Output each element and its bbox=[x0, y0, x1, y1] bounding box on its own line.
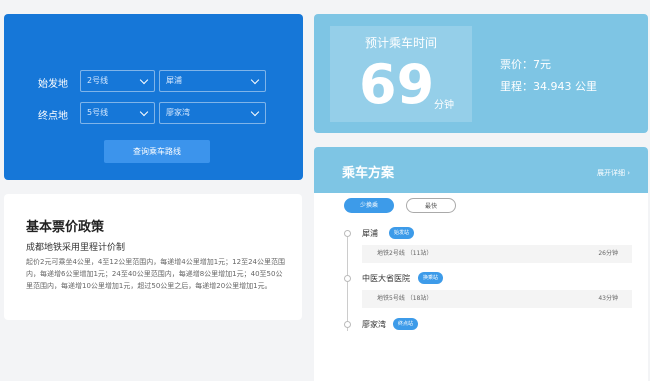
query-route-button[interactable]: 查询乘车路线 bbox=[104, 140, 210, 163]
time-label: 预计乘车时间 bbox=[364, 36, 437, 50]
route-query-panel: 始发地 2号线 犀浦 终点地 5号线 廖家湾 查询乘车路线 bbox=[4, 14, 303, 180]
estimated-time-panel: 预计乘车时间 69 分钟 票价：7元 里程：34.943 公里 bbox=[314, 14, 648, 133]
chevron-down-icon bbox=[139, 75, 149, 85]
distance-text: 里程：34.943 公里 bbox=[500, 80, 597, 93]
chevron-down-icon bbox=[250, 107, 260, 117]
policy-subtitle: 成都地铁采用里程计价制 bbox=[26, 243, 126, 253]
destination-label: 终点地 bbox=[38, 111, 68, 122]
segment-time: 43分钟 bbox=[598, 295, 618, 302]
origin-line-select[interactable]: 2号线 bbox=[80, 70, 155, 92]
stop-dot bbox=[344, 230, 351, 237]
route-segment: 地铁2号线 （11站） 26分钟 bbox=[362, 245, 632, 263]
route-plan-panel: 乘车方案 展开详细 › 少换乘 最快 犀浦 始发站 地铁2号线 （11站） 26… bbox=[314, 147, 648, 381]
expand-details-link[interactable]: 展开详细 › bbox=[597, 168, 630, 178]
origin-row: 始发地 2号线 犀浦 bbox=[4, 70, 303, 94]
destination-row: 终点地 5号线 廖家湾 bbox=[4, 102, 303, 126]
tab-fastest[interactable]: 最快 bbox=[406, 198, 456, 213]
destination-station-value: 廖家湾 bbox=[166, 108, 190, 117]
policy-text: 起价2元可乘坐4公里，4至12公里范围内，每递增4公里增加1元；12至24公里范… bbox=[26, 258, 285, 290]
origin-label: 始发地 bbox=[38, 79, 68, 90]
route-line bbox=[347, 235, 348, 331]
tab-fewest-transfers[interactable]: 少换乘 bbox=[344, 198, 394, 213]
plan-header: 乘车方案 展开详细 › bbox=[314, 147, 648, 193]
stop-name: 廖家湾 bbox=[362, 320, 386, 329]
stop-badge: 始发站 bbox=[389, 227, 415, 239]
origin-station-value: 犀浦 bbox=[166, 76, 182, 85]
origin-line-value: 2号线 bbox=[87, 76, 109, 85]
stop-badge: 终点站 bbox=[393, 318, 419, 330]
segment-line: 地铁5号线 （18站） bbox=[377, 295, 433, 302]
time-box: 预计乘车时间 69 分钟 bbox=[330, 26, 472, 122]
stop-dot bbox=[344, 275, 351, 282]
time-unit: 分钟 bbox=[434, 100, 454, 111]
fare-policy-card: 基本票价政策 成都地铁采用里程计价制 起价2元可乘坐4公里，4至12公里范围内，… bbox=[4, 194, 302, 320]
stop-badge: 换乘站 bbox=[418, 272, 444, 284]
plan-title: 乘车方案 bbox=[342, 166, 395, 181]
destination-line-value: 5号线 bbox=[87, 108, 109, 117]
segment-line: 地铁2号线 （11站） bbox=[377, 250, 433, 257]
fare-text: 票价：7元 bbox=[500, 58, 551, 71]
time-minutes: 69 bbox=[359, 53, 435, 116]
policy-title: 基本票价政策 bbox=[26, 220, 105, 235]
chevron-down-icon bbox=[250, 75, 260, 85]
stop-dot bbox=[344, 321, 351, 328]
route-segment: 地铁5号线 （18站） 43分钟 bbox=[362, 290, 632, 308]
segment-time: 26分钟 bbox=[598, 250, 618, 257]
destination-line-select[interactable]: 5号线 bbox=[80, 102, 155, 124]
chevron-down-icon bbox=[139, 107, 149, 117]
stop-name: 中医大省医院 bbox=[362, 274, 410, 283]
stop-name: 犀浦 bbox=[362, 229, 378, 238]
destination-station-select[interactable]: 廖家湾 bbox=[159, 102, 266, 124]
origin-station-select[interactable]: 犀浦 bbox=[159, 70, 266, 92]
